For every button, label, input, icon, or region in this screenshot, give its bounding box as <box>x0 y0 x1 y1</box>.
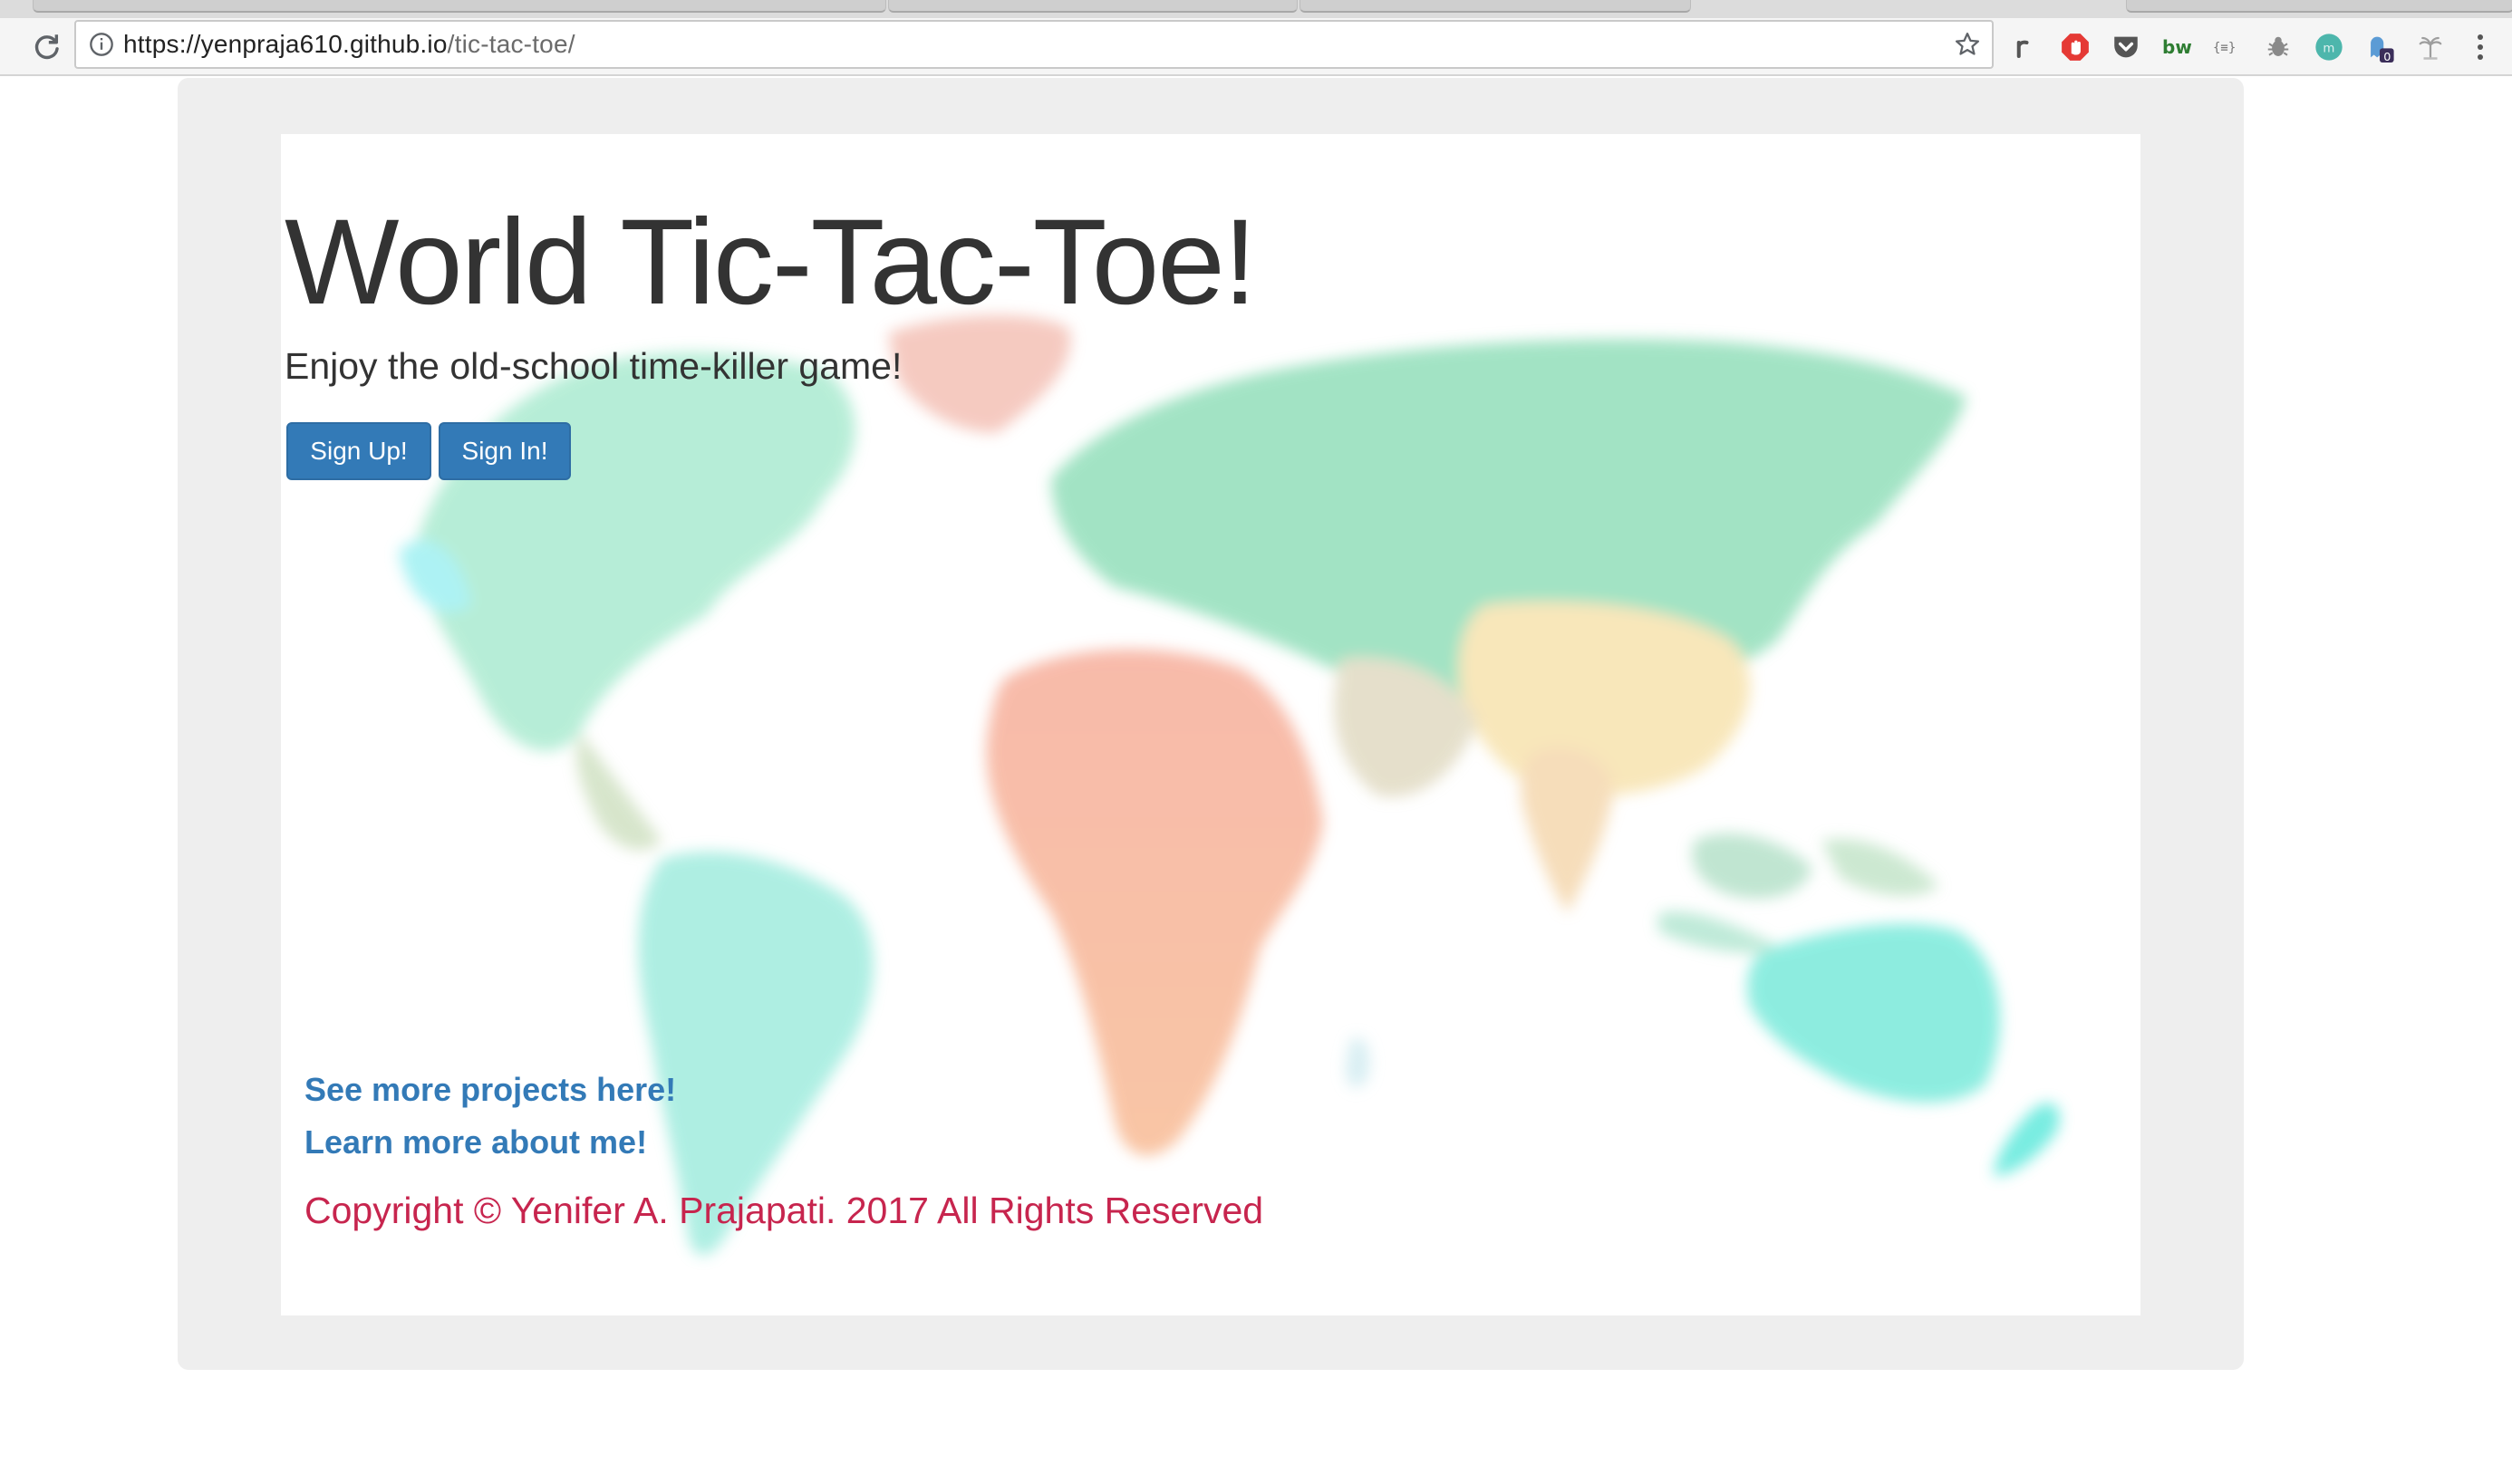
projects-link[interactable]: See more projects here! <box>304 1067 676 1113</box>
bw-icon[interactable]: bw <box>2160 31 2193 63</box>
about-me-link[interactable]: Learn more about me! <box>304 1120 647 1165</box>
svg-text:bw: bw <box>2162 36 2192 58</box>
reload-icon[interactable] <box>25 25 67 67</box>
page-title: World Tic-Tac-Toe! <box>285 195 1257 330</box>
bug-icon[interactable] <box>2262 31 2295 63</box>
palm-icon[interactable] <box>2414 31 2447 63</box>
ghostery-badge: 0 <box>2383 51 2391 63</box>
browser-tab[interactable] <box>2126 0 2512 13</box>
info-icon[interactable] <box>89 32 114 57</box>
browser-tab[interactable] <box>888 0 1298 13</box>
pocket-icon[interactable] <box>2110 31 2142 63</box>
address-bar[interactable]: https://yenpraja610.github.io/tic-tac-to… <box>74 20 1994 69</box>
sign-up-button[interactable]: Sign Up! <box>286 422 431 480</box>
copyright-text: Copyright © Yenifer A. Prajapati. 2017 A… <box>304 1190 1264 1231</box>
svg-text:m: m <box>2323 42 2334 55</box>
rss-icon[interactable] <box>2008 31 2041 63</box>
tab-strip <box>0 0 2512 18</box>
star-icon[interactable] <box>1952 29 1983 60</box>
more-icon[interactable] <box>2467 31 2494 63</box>
hero-panel: World Tic-Tac-Toe! Enjoy the old-school … <box>281 134 2140 1315</box>
json-icon[interactable]: {≡} <box>2211 31 2244 63</box>
url-path: /tic-tac-toe/ <box>447 30 575 58</box>
browser-tab[interactable] <box>33 0 886 13</box>
adblock-icon[interactable] <box>2059 31 2092 63</box>
page-subtitle: Enjoy the old-school time-killer game! <box>285 345 903 387</box>
browser-toolbar: https://yenpraja610.github.io/tic-tac-to… <box>0 18 2512 76</box>
ghostery-icon[interactable]: 0 <box>2363 31 2396 63</box>
browser-tab[interactable] <box>1299 0 1691 13</box>
sign-in-button[interactable]: Sign In! <box>439 422 571 480</box>
url-text[interactable]: https://yenpraja610.github.io/tic-tac-to… <box>123 22 575 67</box>
url-host: https://yenpraja610.github.io <box>123 30 448 58</box>
avatar-icon[interactable]: m <box>2313 31 2345 63</box>
svg-text:{≡}: {≡} <box>2213 41 2236 55</box>
